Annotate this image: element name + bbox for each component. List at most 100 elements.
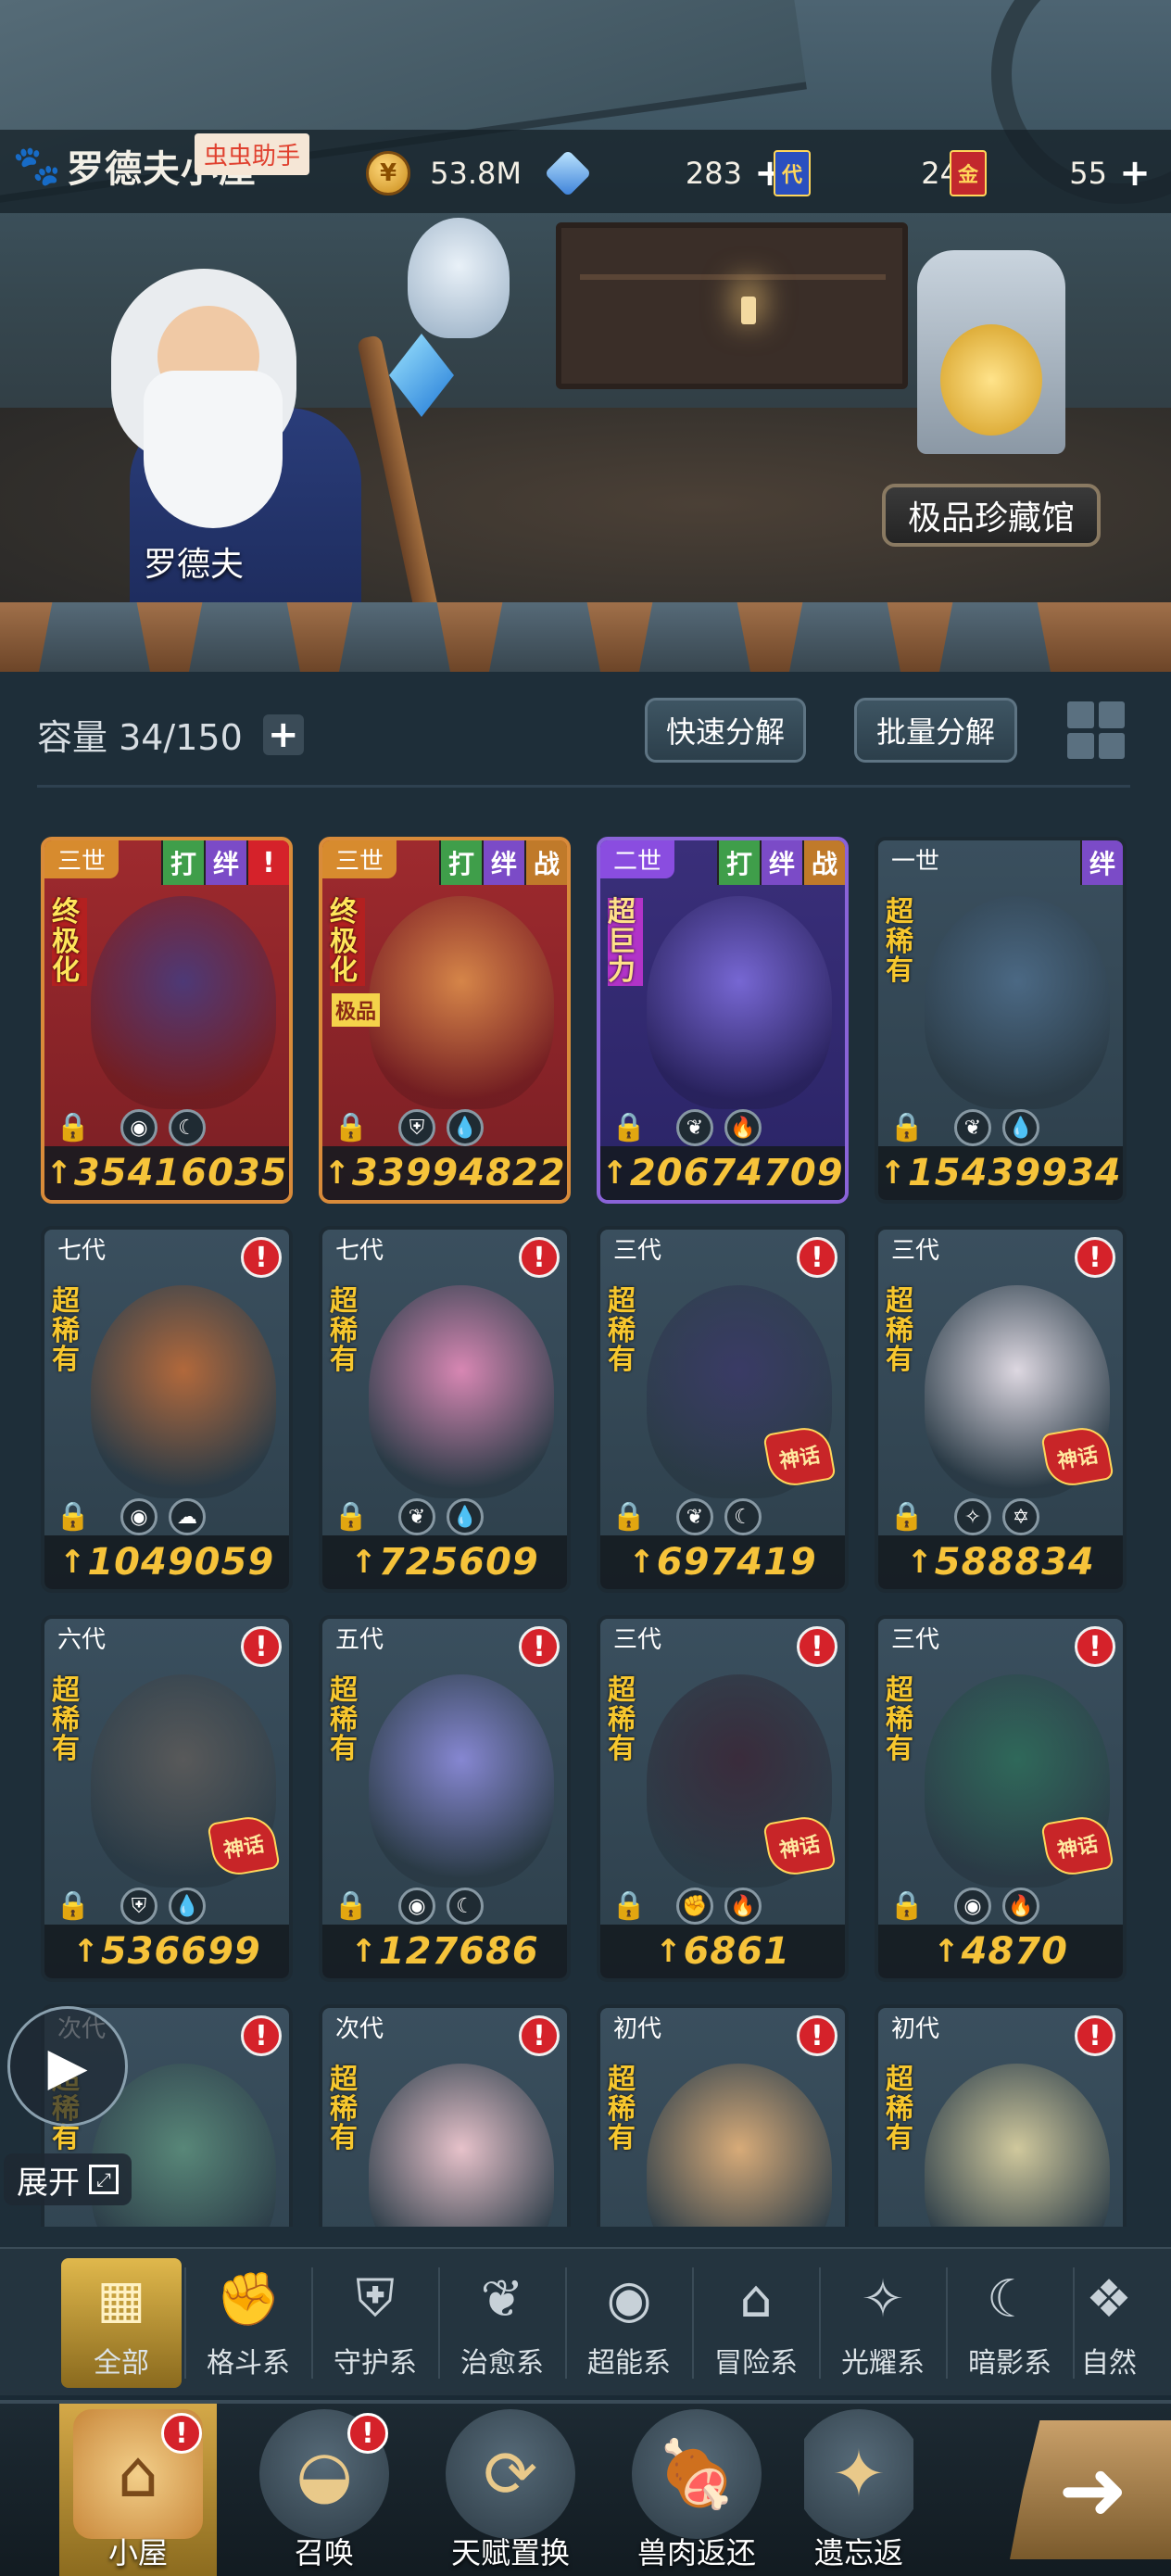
generation-label: 一世: [891, 848, 940, 876]
generation-label: 三代: [891, 1237, 940, 1265]
lock-icon[interactable]: 🔒: [611, 1500, 646, 1533]
grid-view-icon[interactable]: [1064, 698, 1128, 763]
lock-icon[interactable]: 🔒: [611, 1111, 646, 1143]
category-tab[interactable]: ❦ 治愈系: [442, 2258, 562, 2388]
generation-label: 三世: [44, 840, 120, 878]
power-bar: ↑ 725609: [322, 1535, 567, 1589]
creature-card[interactable]: 次代! 超稀有: [319, 2004, 571, 2227]
creature-card[interactable]: 二世打绊战超巨力 🔒 ❦ 🔥 ↑ 20674709: [597, 837, 849, 1204]
nav-item[interactable]: ⌂ 小屋!: [59, 2404, 217, 2576]
trait-tags: 打绊!: [161, 840, 289, 885]
creature-card[interactable]: 六代! 超稀有 神话 🔒 ⛨ 💧 ↑ 536699: [41, 1615, 293, 1982]
lock-icon[interactable]: 🔒: [334, 1500, 368, 1533]
creature-card[interactable]: 三代! 超稀有 神话 🔒 ✧ ✡ ↑ 588834: [875, 1226, 1127, 1593]
creature-card[interactable]: 五代! 超稀有 🔒 ◉ ☾ ↑ 127686: [319, 1615, 571, 1982]
category-tab[interactable]: ⛨ 守护系: [315, 2258, 435, 2388]
power-icon: ↑: [58, 1544, 86, 1581]
element-icon: ⛨: [120, 1888, 157, 1925]
category-icon: ✊: [216, 2269, 281, 2330]
lock-icon[interactable]: 🔒: [611, 1889, 646, 1922]
trait-tag: 打: [161, 840, 204, 885]
lock-icon[interactable]: 🔒: [56, 1500, 90, 1533]
category-label: 暗影系: [968, 2347, 1051, 2380]
category-label: 冒险系: [714, 2347, 798, 2380]
rarity-label: 超稀有: [886, 896, 913, 987]
creature-card[interactable]: 三代! 超稀有 神话 🔒 ◉ 🔥 ↑ 4870: [875, 1615, 1127, 1982]
generation-label: 七代: [57, 1237, 107, 1265]
power-bar: ↑ 35416035: [44, 1146, 289, 1200]
category-tab[interactable]: ▦ 全部: [61, 2258, 182, 2388]
bottom-nav: ⌂ 小屋! ◒ 召唤! ⟳ 天赋置换 🍖 兽肉返还 ✦ 遗忘返: [0, 2400, 1171, 2576]
paw-icon: 🐾: [12, 143, 62, 188]
category-tab[interactable]: ⌂ 冒险系: [696, 2258, 816, 2388]
category-tab[interactable]: ✊ 格斗系: [188, 2258, 308, 2388]
helper-tag[interactable]: 虫虫助手: [195, 133, 310, 175]
nav-item[interactable]: ⟳ 天赋置换: [432, 2404, 589, 2576]
alert-icon: !: [1075, 1237, 1115, 1278]
category-separator: [184, 2267, 186, 2379]
lock-icon[interactable]: 🔒: [889, 1889, 924, 1922]
creature-art: [647, 896, 832, 1109]
alert-icon: !: [797, 1237, 837, 1278]
add-gold-ticket-button[interactable]: +: [1116, 155, 1153, 192]
nav-item[interactable]: ◒ 召唤!: [246, 2404, 403, 2576]
element-icon: ☁: [169, 1498, 206, 1535]
lock-icon[interactable]: 🔒: [334, 1111, 368, 1143]
creature-card[interactable]: 三代! 超稀有 神话 🔒 ❦ ☾ ↑ 697419: [597, 1226, 849, 1593]
alert-icon: !: [797, 1626, 837, 1667]
nav-item[interactable]: 🍖 兽肉返还: [618, 2404, 775, 2576]
element-icon: 💧: [1002, 1109, 1039, 1146]
lock-icon[interactable]: 🔒: [889, 1500, 924, 1533]
category-tab[interactable]: ◉ 超能系: [569, 2258, 689, 2388]
creature-card[interactable]: 七代! 超稀有 🔒 ◉ ☁ ↑ 1049059: [41, 1226, 293, 1593]
generation-label: 三世: [322, 840, 397, 878]
category-icon: ◉: [606, 2268, 652, 2330]
creature-card[interactable]: 七代! 超稀有 🔒 ❦ 💧 ↑ 725609: [319, 1226, 571, 1593]
creature-card[interactable]: 三世打绊! 终极化 🔒 ◉ ☾ ↑ 35416035: [41, 837, 293, 1204]
element-icon: ❦: [398, 1498, 435, 1535]
category-label: 治愈系: [460, 2347, 544, 2380]
quick-decompose-button[interactable]: 快速分解: [645, 698, 806, 763]
element-icon: ◉: [120, 1498, 157, 1535]
category-tab[interactable]: ☾ 暗影系: [950, 2258, 1070, 2388]
lock-icon[interactable]: 🔒: [56, 1889, 90, 1922]
expand-button[interactable]: 展开 ⤢: [4, 2153, 132, 2205]
power-value: 35416035: [73, 1152, 288, 1194]
generation-label: 五代: [335, 1626, 384, 1654]
power-icon: ↑: [350, 1544, 377, 1581]
lock-icon[interactable]: 🔒: [334, 1889, 368, 1922]
creature-card[interactable]: 三世打绊战终极化 极品 🔒 ⛨ 💧 ↑ 33994822: [319, 837, 571, 1204]
expand-capacity-button[interactable]: +: [262, 713, 304, 755]
power-value: 697419: [656, 1541, 817, 1584]
rarity-label: 超稀有: [608, 1674, 636, 1765]
lock-icon[interactable]: 🔒: [889, 1111, 924, 1143]
creature-card[interactable]: 初代! 超稀有: [875, 2004, 1127, 2227]
power-value: 536699: [100, 1930, 261, 1973]
generation-label: 三代: [613, 1626, 662, 1654]
category-tab[interactable]: ❖ 自然: [1077, 2258, 1141, 2388]
nav-label: 小屋: [107, 2535, 168, 2570]
batch-decompose-button[interactable]: 批量分解: [854, 698, 1017, 763]
category-tab[interactable]: ✧ 光耀系: [823, 2258, 943, 2388]
lock-icon[interactable]: 🔒: [56, 1111, 90, 1143]
element-icon: ✧: [954, 1498, 991, 1535]
power-icon: ↑: [72, 1933, 99, 1970]
power-icon: ↑: [906, 1544, 933, 1581]
blue-ticket-resource: 代 24: [774, 148, 959, 198]
rarity-label: 超稀有: [330, 2064, 358, 2154]
creature-card[interactable]: 初代! 超稀有: [597, 2004, 849, 2227]
museum-button[interactable]: 极品珍藏馆: [882, 484, 1101, 547]
generation-label: 三代: [891, 1626, 940, 1654]
creature-card[interactable]: 一世绊超稀有 🔒 ❦ 💧 ↑ 15439934: [875, 837, 1127, 1204]
creature-card[interactable]: 三代! 超稀有 神话 🔒 ✊ 🔥 ↑ 6861: [597, 1615, 849, 1982]
alert-icon: !: [241, 1626, 282, 1667]
creature-art: [369, 896, 554, 1109]
nav-item[interactable]: ✦ 遗忘返: [804, 2404, 913, 2576]
alert-icon: !: [797, 2015, 837, 2056]
element-icon: ☾: [169, 1109, 206, 1146]
play-button[interactable]: ▶: [7, 2006, 128, 2127]
rarity-label: 超稀有: [886, 1674, 913, 1765]
rarity-label: 超稀有: [886, 1285, 913, 1376]
museum-throne[interactable]: [889, 250, 1093, 473]
category-icon: ⌂: [739, 2268, 773, 2330]
